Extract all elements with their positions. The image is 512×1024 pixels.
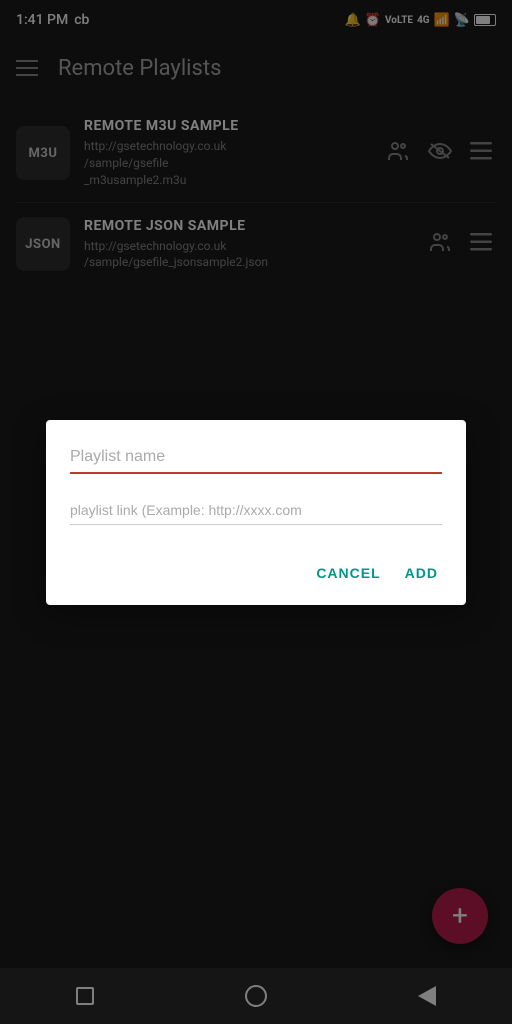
playlist-name-input[interactable] bbox=[70, 444, 442, 474]
cancel-button[interactable]: CANCEL bbox=[312, 557, 384, 589]
playlist-link-input[interactable] bbox=[70, 498, 442, 525]
add-button[interactable]: ADD bbox=[401, 557, 442, 589]
add-playlist-dialog: CANCEL ADD bbox=[46, 420, 466, 605]
dialog-overlay: CANCEL ADD bbox=[0, 0, 512, 1024]
dialog-buttons: CANCEL ADD bbox=[70, 549, 442, 589]
playlist-link-group bbox=[70, 498, 442, 525]
playlist-name-group bbox=[70, 444, 442, 474]
